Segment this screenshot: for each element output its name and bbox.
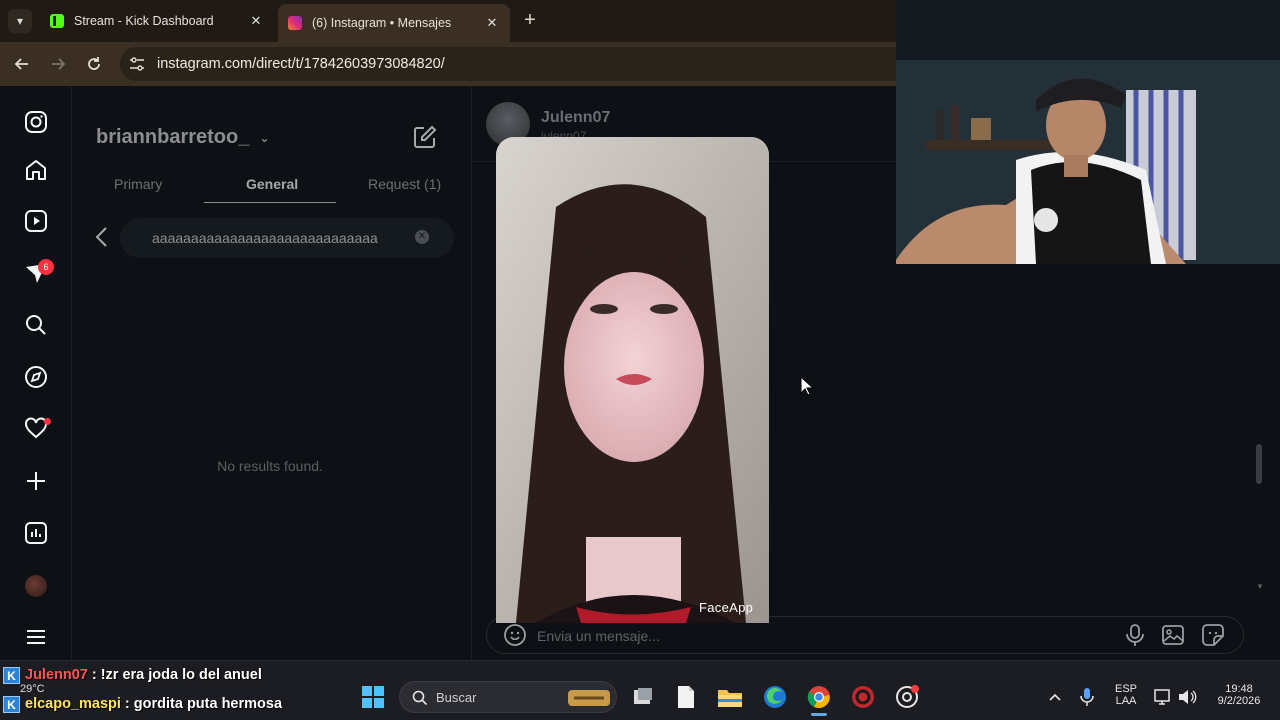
new-tab-button[interactable]: + (518, 9, 542, 33)
chevron-down-icon: ▾ (16, 14, 24, 28)
volume-icon[interactable] (1174, 684, 1200, 710)
forward-button[interactable] (44, 50, 72, 78)
taskbar-search-placeholder: Buscar (436, 690, 477, 705)
scroll-down-arrow[interactable]: ▼ (1256, 582, 1264, 591)
search-highlight-icon (568, 690, 610, 706)
network-icon[interactable] (1150, 684, 1176, 710)
chat-username: elcapo_maspi (25, 696, 121, 712)
microphone-icon[interactable] (1074, 684, 1100, 710)
menu-icon[interactable] (22, 623, 50, 651)
tab-title: Stream - Kick Dashboard (74, 14, 214, 28)
tab-search-dropdown[interactable]: ▾ (8, 9, 32, 33)
empty-state: No results found. (217, 458, 323, 474)
taskbar-search[interactable]: Buscar (399, 681, 617, 713)
inbox-search-row: aaaaaaaaaaaaaaaaaaaaaaaaaaaaa ✕ (72, 216, 472, 260)
site-settings-button[interactable] (120, 47, 154, 81)
notepad-icon[interactable] (673, 684, 699, 710)
arrow-right-icon (52, 58, 66, 70)
url-text[interactable]: instagram.com/direct/t/17842603973084820… (157, 56, 445, 72)
search-input[interactable]: aaaaaaaaaaaaaaaaaaaaaaaaaaaaa (120, 218, 454, 258)
inbox-panel: briannbarretoo_ ⌄ Primary General Reques… (72, 86, 472, 660)
tune-icon (130, 57, 144, 71)
account-name: briannbarretoo_ (96, 126, 250, 148)
browser-tab-kick[interactable]: Stream - Kick Dashboard ✕ (40, 6, 274, 36)
webcam-image (896, 0, 1280, 264)
emoji-icon[interactable] (501, 621, 529, 649)
browser-tab-instagram[interactable]: (6) Instagram • Mensajes ✕ (278, 4, 510, 42)
chrome-active-indicator (811, 713, 827, 716)
portrait-image (496, 137, 769, 623)
show-hidden-icons-icon[interactable] (1042, 684, 1068, 710)
chat-message: K elcapo_maspi : gordita puta hermosa (0, 693, 282, 715)
task-view-icon[interactable] (630, 684, 656, 710)
chrome-icon[interactable] (806, 684, 832, 710)
webcam-overlay (896, 0, 1280, 264)
back-button[interactable] (8, 50, 36, 78)
instagram-icon (288, 16, 302, 30)
instagram-logo-icon[interactable] (22, 108, 50, 136)
kick-icon: K (3, 695, 20, 713)
start-button[interactable] (360, 684, 386, 710)
close-icon[interactable]: ✕ (484, 15, 500, 31)
windows-start-icon (362, 686, 384, 708)
messages-badge: 6 (38, 259, 54, 275)
language-indicator[interactable]: ESP LAA (1106, 683, 1146, 707)
instagram-nav-rail: 6 (0, 86, 72, 660)
inbox-tabs: Primary General Request (1) (72, 170, 472, 206)
mouse-cursor-icon (800, 376, 814, 396)
new-message-button[interactable] (412, 124, 438, 150)
arrow-left-icon (14, 58, 28, 70)
address-bar[interactable]: instagram.com/direct/t/17842603973084820… (120, 47, 896, 81)
tab-title: (6) Instagram • Mensajes (312, 16, 452, 30)
search-back-button[interactable] (92, 224, 112, 250)
chat-text: : gordita puta hermosa (124, 696, 283, 712)
browser-tab-bar: ▾ Stream - Kick Dashboard ✕ (6) Instagra… (0, 0, 896, 42)
search-icon (412, 690, 428, 706)
chat-username: Julenn07 (25, 667, 88, 683)
image-icon[interactable] (1159, 621, 1187, 649)
chevron-down-icon: ⌄ (259, 130, 270, 145)
account-switcher[interactable]: briannbarretoo_ ⌄ (96, 126, 269, 149)
tab-general[interactable]: General (246, 176, 298, 192)
sticker-icon[interactable] (1199, 621, 1227, 649)
message-input[interactable]: Envia un mensaje... (537, 628, 660, 644)
profile-icon[interactable] (25, 575, 47, 597)
tab-selected-indicator (204, 202, 336, 203)
keyboard-layout: LAA (1115, 695, 1137, 707)
search-icon[interactable] (22, 311, 50, 339)
conversation-name[interactable]: Julenn07 (541, 109, 610, 127)
faceapp-watermark: FaceApp (699, 600, 754, 615)
app-icon[interactable] (894, 684, 920, 710)
language-code: ESP (1114, 683, 1137, 695)
scrollbar-thumb[interactable] (1256, 444, 1262, 484)
chat-message: K Julenn07 : !zr era joda lo del anuel (0, 664, 262, 686)
chat-text: : !zr era joda lo del anuel (91, 667, 262, 683)
kick-icon (50, 14, 64, 28)
microphone-icon[interactable] (1121, 621, 1149, 649)
clock[interactable]: 19:48 9/2/2026 (1204, 683, 1274, 707)
tab-primary[interactable]: Primary (114, 176, 162, 192)
browser-nav-bar: instagram.com/direct/t/17842603973084820… (0, 42, 896, 86)
tab-requests[interactable]: Request (1) (368, 176, 441, 192)
close-icon[interactable]: ✕ (248, 13, 264, 29)
notification-dot (44, 418, 51, 425)
kick-icon: K (3, 666, 20, 684)
reload-icon (88, 57, 100, 70)
clock-date: 9/2/2026 (1217, 695, 1261, 707)
compose-icon (414, 125, 437, 148)
clock-time: 19:48 (1225, 683, 1253, 695)
explore-icon[interactable] (22, 363, 50, 391)
chevron-left-icon (95, 227, 107, 247)
create-icon[interactable] (22, 467, 50, 495)
shared-photo[interactable] (496, 137, 769, 623)
file-explorer-icon[interactable] (717, 684, 743, 710)
reels-icon[interactable] (22, 207, 50, 235)
home-icon[interactable] (22, 156, 50, 184)
clear-search-icon[interactable]: ✕ (415, 230, 429, 244)
obs-icon[interactable] (850, 684, 876, 710)
reload-button[interactable] (80, 50, 108, 78)
insights-icon[interactable] (22, 519, 50, 547)
edge-icon[interactable] (762, 684, 788, 710)
